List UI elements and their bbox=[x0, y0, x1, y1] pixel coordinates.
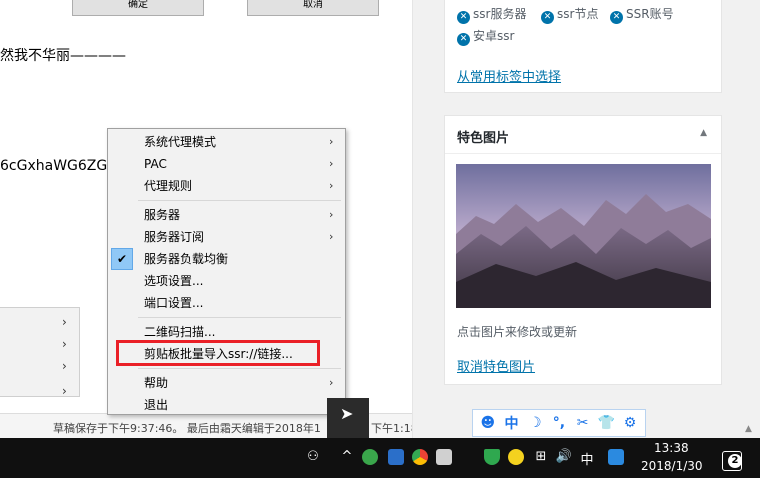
gear-icon[interactable]: ⚙ bbox=[620, 413, 640, 433]
remove-featured-image-link[interactable]: 取消特色图片 bbox=[457, 356, 535, 375]
post-content-line[interactable]: 然我不华丽———— bbox=[0, 45, 126, 65]
volume-icon[interactable]: 🔊 bbox=[555, 449, 573, 467]
app-tray-icon[interactable] bbox=[436, 449, 452, 465]
punctuation-icon[interactable]: °, bbox=[549, 413, 569, 433]
app-tray-icon[interactable] bbox=[608, 449, 624, 465]
menu-separator bbox=[138, 317, 341, 318]
menu-item-port-settings[interactable]: 端口设置... bbox=[111, 292, 344, 314]
menu-item-help[interactable]: 帮助 › bbox=[111, 372, 344, 394]
chevron-right-icon: › bbox=[62, 315, 67, 329]
ok-button[interactable]: 确定 bbox=[72, 0, 204, 16]
featured-image-title: 特色图片 bbox=[457, 131, 510, 146]
menu-item-proxy-mode[interactable]: 系统代理模式 › bbox=[111, 131, 344, 153]
people-icon[interactable]: ⚇ bbox=[303, 449, 323, 467]
featured-image-thumbnail[interactable] bbox=[456, 164, 711, 308]
wechat-icon[interactable] bbox=[362, 449, 378, 465]
chevron-right-icon: › bbox=[329, 208, 334, 221]
last-edit-time: 下午1:18 bbox=[371, 422, 412, 435]
remove-tag-icon[interactable]: ✕ bbox=[541, 11, 554, 24]
menu-item-servers[interactable]: 服务器 › bbox=[111, 204, 344, 226]
menu-separator bbox=[138, 200, 341, 201]
background-menu: › › › › bbox=[0, 307, 80, 398]
collapse-triangle-icon[interactable]: ▲ bbox=[700, 128, 707, 138]
chinese-mode-icon[interactable]: 中 bbox=[502, 413, 522, 433]
cancel-button[interactable]: 取消 bbox=[247, 0, 379, 16]
app-tray-icon[interactable] bbox=[388, 449, 404, 465]
annotation-highlight-box bbox=[116, 340, 320, 366]
chrome-icon[interactable] bbox=[412, 449, 428, 465]
network-icon[interactable]: ⊞ bbox=[532, 449, 550, 467]
ssr-context-menu: 系统代理模式 › PAC › 代理规则 › 服务器 › 服务器订阅 › ✔ 服务… bbox=[107, 128, 346, 415]
featured-image-panel: 特色图片 ▲ 点击图片来修改或更新 取消特色图片 bbox=[444, 115, 722, 385]
clock-time[interactable]: 13:38 bbox=[654, 441, 689, 455]
featured-image-hint: 点击图片来修改或更新 bbox=[457, 325, 578, 339]
remove-tag-icon[interactable]: ✕ bbox=[457, 11, 470, 24]
tag-item: ✕ ssr节点 bbox=[541, 5, 598, 24]
chevron-right-icon: › bbox=[329, 135, 334, 148]
remove-tag-icon[interactable]: ✕ bbox=[610, 11, 623, 24]
featured-image-header[interactable]: 特色图片 ▲ bbox=[445, 116, 721, 154]
menu-item-server-subscription[interactable]: 服务器订阅 › bbox=[111, 226, 344, 248]
tag-item: ✕ 安卓ssr bbox=[457, 27, 514, 46]
security-shield-icon[interactable] bbox=[484, 449, 500, 465]
chevron-right-icon: › bbox=[62, 384, 67, 398]
show-hidden-icons-icon[interactable]: ^ bbox=[340, 449, 354, 467]
chevron-right-icon: › bbox=[62, 337, 67, 351]
menu-item-pac[interactable]: PAC › bbox=[111, 153, 344, 175]
chevron-right-icon: › bbox=[329, 376, 334, 389]
menu-item-exit[interactable]: 退出 bbox=[111, 394, 344, 416]
remove-tag-icon[interactable]: ✕ bbox=[457, 33, 470, 46]
choose-common-tags-link[interactable]: 从常用标签中选择 bbox=[457, 66, 561, 85]
menu-item-proxy-rules[interactable]: 代理规则 › bbox=[111, 175, 344, 197]
menu-item-options[interactable]: 选项设置... bbox=[111, 270, 344, 292]
shirt-icon[interactable]: 👕 bbox=[596, 413, 616, 433]
moon-icon[interactable]: ☽ bbox=[525, 413, 545, 433]
checkmark-icon: ✔ bbox=[111, 248, 133, 270]
post-content-line[interactable]: 6cGxhaWG6ZG bbox=[0, 158, 107, 174]
chevron-right-icon: › bbox=[329, 230, 334, 243]
chevron-right-icon: › bbox=[329, 179, 334, 192]
menu-item-load-balance[interactable]: ✔ 服务器负载均衡 bbox=[111, 248, 344, 270]
windows-taskbar: ⚇ ^ ⊞ 🔊 中 13:38 2018/1/30 2 bbox=[0, 438, 760, 478]
tag-item: ✕ SSR账号 bbox=[610, 5, 674, 24]
collapse-triangle-icon[interactable]: ▲ bbox=[745, 424, 752, 434]
menu-separator bbox=[138, 368, 341, 369]
mouse-cursor-icon: ➤ bbox=[340, 404, 354, 423]
app-tray-icon[interactable] bbox=[508, 449, 524, 465]
notification-count-badge: 2 bbox=[728, 454, 742, 468]
chevron-right-icon: › bbox=[329, 157, 334, 170]
tag-item: ✕ ssr服务器 bbox=[457, 5, 526, 24]
scissors-icon[interactable]: ✂ bbox=[573, 413, 593, 433]
chevron-right-icon: › bbox=[62, 359, 67, 373]
ime-indicator[interactable]: 中 bbox=[578, 449, 596, 468]
ime-toolbar: ☻ 中 ☽ °, ✂ 👕 ⚙ bbox=[472, 409, 646, 437]
tags-panel: ✕ ssr服务器 ✕ ssr节点 ✕ SSR账号 ✕ 安卓ssr 从常用标签中选择 bbox=[444, 0, 722, 93]
draft-status-text: 草稿保存于下午9:37:46。 最后由霜天编辑于2018年1 bbox=[53, 422, 321, 435]
clock-date[interactable]: 2018/1/30 bbox=[641, 459, 703, 473]
avatar-icon[interactable]: ☻ bbox=[478, 413, 498, 433]
